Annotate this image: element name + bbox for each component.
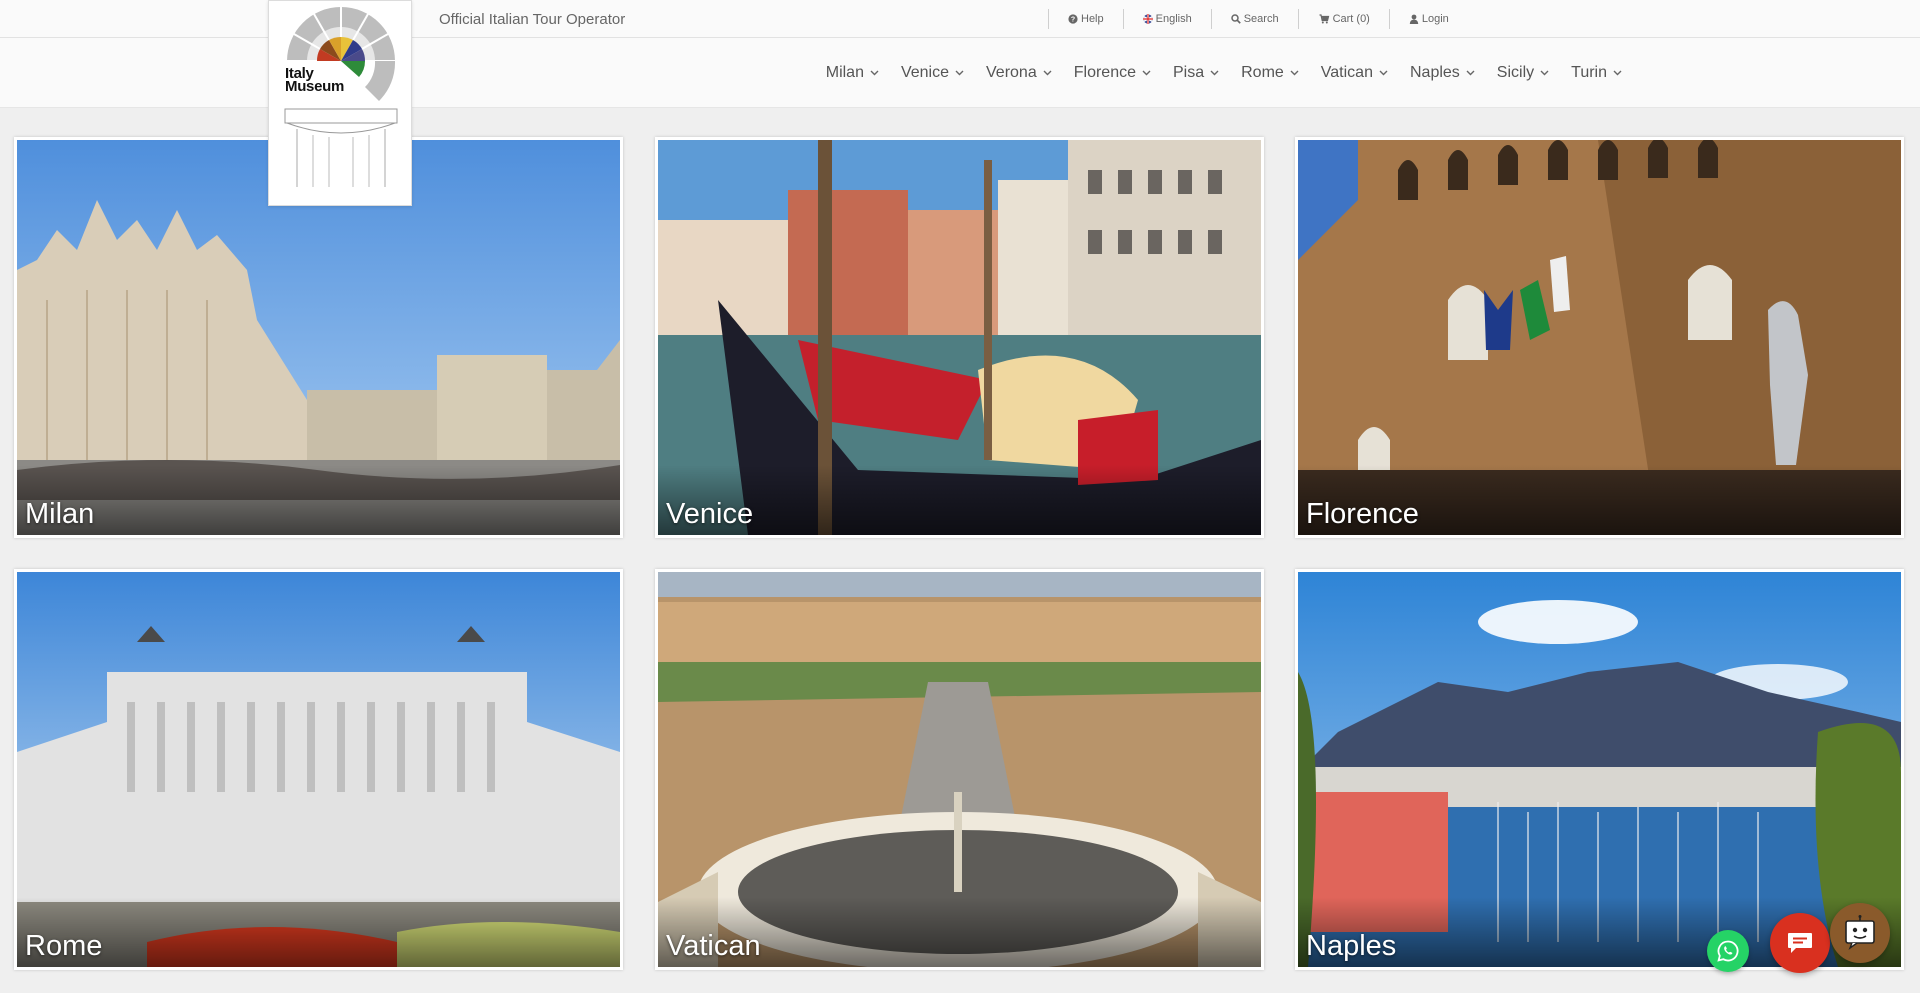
- nav-item-venice[interactable]: Venice: [890, 64, 975, 82]
- chevron-down-icon: [1290, 70, 1299, 76]
- site-tagline: Official Italian Tour Operator: [439, 11, 626, 28]
- nav-item-verona[interactable]: Verona: [975, 64, 1063, 82]
- city-card-label: Milan: [25, 498, 95, 530]
- logo-wordmark: Italy Museum: [285, 66, 345, 95]
- uk-flag-icon: [1142, 14, 1153, 24]
- city-card-rome[interactable]: Rome: [14, 569, 623, 970]
- city-card-venice[interactable]: Venice: [655, 137, 1264, 538]
- help-label: Help: [1081, 13, 1104, 25]
- nav-item-label: Venice: [900, 64, 950, 81]
- whatsapp-icon: [1717, 940, 1739, 962]
- nav-item-label: Turin: [1571, 64, 1607, 81]
- cart-icon: [1319, 14, 1329, 24]
- nav-item-pisa[interactable]: Pisa: [1162, 64, 1230, 82]
- city-card-label: Florence: [1306, 498, 1419, 530]
- nav-item-milan[interactable]: Milan: [815, 64, 890, 82]
- nav-item-florence[interactable]: Florence: [1063, 64, 1162, 82]
- search-label: Search: [1243, 13, 1279, 25]
- help-link[interactable]: ? Help: [1049, 13, 1123, 25]
- chevron-down-icon: [1379, 70, 1388, 76]
- cart-link[interactable]: Cart (0): [1299, 13, 1389, 25]
- login-link[interactable]: Login: [1390, 13, 1468, 25]
- chevron-down-icon: [1210, 70, 1219, 76]
- chevron-down-icon: [1613, 70, 1622, 76]
- nav-item-rome[interactable]: Rome: [1230, 64, 1310, 82]
- live-chat-button[interactable]: [1770, 913, 1830, 973]
- nav-item-label: Milan: [825, 64, 864, 81]
- logo-word-museum: Museum: [285, 78, 345, 95]
- city-card-vatican[interactable]: Vatican: [655, 569, 1264, 970]
- language-label: English: [1155, 13, 1192, 25]
- nav-item-label: Naples: [1409, 64, 1460, 81]
- site-logo[interactable]: Italy Museum: [268, 0, 412, 206]
- nav-item-label: Sicily: [1496, 64, 1535, 81]
- cart-label: Cart (0): [1332, 13, 1370, 25]
- nav-item-label: Vatican: [1320, 64, 1373, 81]
- nav-item-label: Verona: [986, 64, 1037, 81]
- svg-text:?: ?: [1071, 17, 1075, 24]
- search-icon: [1230, 14, 1241, 24]
- chevron-down-icon: [955, 70, 964, 76]
- nav-item-label: Rome: [1241, 64, 1284, 81]
- chat-bubble-icon: [1788, 933, 1812, 953]
- city-card-florence[interactable]: Florence: [1295, 137, 1904, 538]
- caption-shade: [17, 465, 620, 535]
- city-nav: Milan Venice Verona Florence Pisa Rome V…: [815, 38, 1633, 108]
- chevron-down-icon: [1540, 70, 1549, 76]
- nav-item-turin[interactable]: Turin: [1560, 64, 1633, 82]
- city-card-naples[interactable]: Naples: [1295, 569, 1904, 970]
- user-icon: [1409, 14, 1419, 24]
- caption-shade: [17, 897, 620, 967]
- nav-item-label: Florence: [1073, 64, 1136, 81]
- question-circle-icon: ?: [1068, 14, 1078, 24]
- chevron-down-icon: [1142, 70, 1151, 76]
- search-link[interactable]: Search: [1212, 13, 1298, 25]
- logo-emblem-icon: [284, 7, 398, 187]
- chevron-down-icon: [1466, 70, 1475, 76]
- chevron-down-icon: [870, 70, 879, 76]
- city-card-label: Rome: [25, 930, 103, 962]
- utility-menu: ? Help English Search Cart (0) Login: [1048, 0, 1468, 38]
- chatbot-button[interactable]: [1830, 903, 1890, 963]
- language-selector[interactable]: English: [1124, 13, 1211, 25]
- chevron-down-icon: [1043, 70, 1052, 76]
- nav-item-naples[interactable]: Naples: [1399, 64, 1486, 82]
- city-card-label: Venice: [666, 498, 754, 530]
- city-card-label: Naples: [1306, 930, 1397, 962]
- whatsapp-button[interactable]: [1707, 930, 1749, 972]
- city-card-label: Vatican: [666, 930, 761, 962]
- nav-item-label: Pisa: [1172, 64, 1205, 81]
- nav-item-vatican[interactable]: Vatican: [1310, 64, 1399, 82]
- chatbot-icon: [1845, 915, 1875, 950]
- login-label: Login: [1421, 13, 1449, 25]
- nav-item-sicily[interactable]: Sicily: [1486, 64, 1560, 82]
